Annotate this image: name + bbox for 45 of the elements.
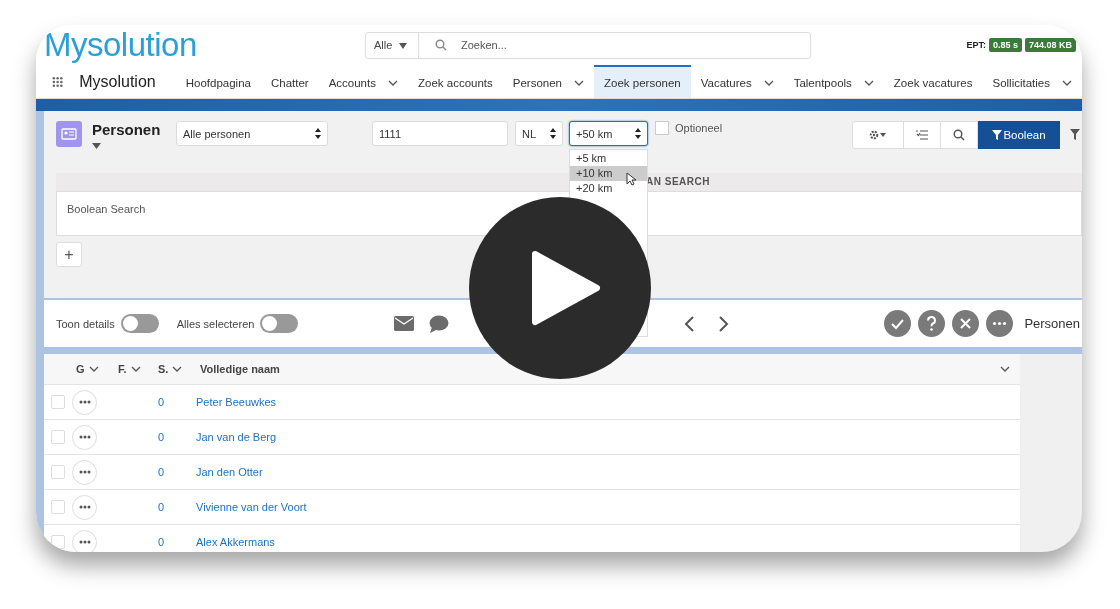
distance-option[interactable]: +5 km xyxy=(570,151,647,166)
toggle-label: Alles selecteren xyxy=(176,317,255,330)
boolean-button[interactable]: Boolean xyxy=(978,121,1060,149)
nav-tab[interactable]: Hoofdpagina xyxy=(175,65,261,98)
object-label: Personen xyxy=(1024,316,1081,331)
nav-tab[interactable]: Accounts xyxy=(318,65,408,98)
nav-tab[interactable]: Talentpools xyxy=(783,65,884,98)
distance-option[interactable]: +20 km xyxy=(570,181,647,196)
ept-label: EPT: xyxy=(966,40,986,50)
column-header[interactable]: S. xyxy=(158,363,200,375)
table-cell: 0 xyxy=(158,396,165,408)
person-link[interactable]: Jan den Otter xyxy=(196,466,263,478)
postcode-field[interactable]: 1111 xyxy=(372,121,508,146)
nav-tab[interactable]: Personen xyxy=(502,65,594,98)
nav-tab[interactable]: Zoek vacatures xyxy=(883,65,983,98)
nav-tab[interactable]: Zoek accounts xyxy=(407,65,503,98)
person-link[interactable]: Alex Akkermans xyxy=(196,536,275,548)
nav-tab[interactable]: Zoek personen xyxy=(594,65,691,98)
list-view-select[interactable]: Alle personen xyxy=(176,121,328,146)
person-link[interactable]: Vivienne van der Voort xyxy=(196,501,307,513)
logo: Mysolution xyxy=(44,26,198,64)
scope-select[interactable]: Alle xyxy=(366,32,419,58)
toggle-label: Toon details xyxy=(56,317,115,330)
table-cell: 0 xyxy=(158,536,165,548)
person-link[interactable]: Peter Beeuwkes xyxy=(196,396,277,408)
distance-option[interactable]: +10 km xyxy=(570,166,647,181)
country-select[interactable]: NL xyxy=(515,121,563,146)
object-title: Personen xyxy=(92,121,161,138)
add-button[interactable]: + xyxy=(56,242,82,267)
person-link[interactable]: Jan van de Berg xyxy=(196,431,277,443)
app-name: Mysolution xyxy=(79,72,156,92)
nav-tab[interactable]: Sollicitaties xyxy=(982,65,1082,98)
table-cell: 0 xyxy=(158,501,165,513)
distance-select[interactable]: +50 km xyxy=(569,121,648,146)
ept-badge: 0.85 s xyxy=(988,38,1022,52)
column-header[interactable]: Volledige naam xyxy=(200,363,1020,375)
table-cell: 0 xyxy=(158,431,165,443)
table-cell: 0 xyxy=(158,466,165,478)
nav-tab[interactable]: Vacatures xyxy=(690,65,784,98)
nav-tab[interactable]: Chatter xyxy=(260,65,319,98)
ept-badge: 744.08 KB xyxy=(1024,38,1076,52)
optional-label: Optioneel xyxy=(675,122,723,134)
search-field[interactable]: Alle Zoeken... xyxy=(365,31,811,59)
column-header[interactable]: F. xyxy=(118,363,158,375)
column-header[interactable]: G xyxy=(76,363,118,375)
